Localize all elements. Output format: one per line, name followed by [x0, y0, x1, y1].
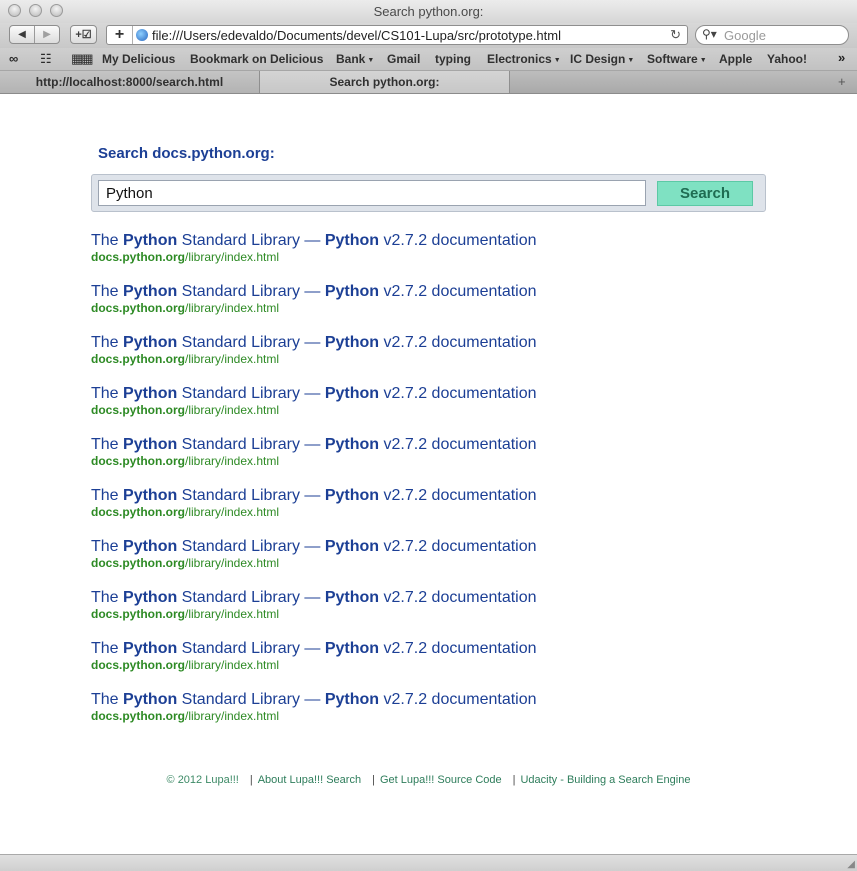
result-item: The Python Standard Library — Python v2.…: [91, 231, 537, 282]
footer-separator: |: [249, 774, 253, 786]
google-search-placeholder: Google: [724, 28, 766, 43]
bookmark-yahoo[interactable]: Yahoo!: [767, 52, 807, 66]
results-list: The Python Standard Library — Python v2.…: [91, 231, 537, 741]
result-title-link[interactable]: The Python Standard Library — Python v2.…: [91, 537, 537, 556]
result-url: docs.python.org/library/index.html: [91, 658, 280, 672]
reload-icon[interactable]: ↻: [670, 27, 681, 43]
tab-localhost-search[interactable]: http://localhost:8000/search.html: [0, 71, 260, 93]
status-bar: ◢: [0, 854, 857, 871]
magnifier-icon: ⚲▾: [702, 27, 717, 41]
chevron-down-icon: ▼: [553, 57, 561, 64]
resize-grip-icon[interactable]: ◢: [847, 859, 855, 870]
search-button[interactable]: Search: [657, 181, 753, 206]
chevron-down-icon: ▼: [699, 57, 707, 64]
reading-list-icon[interactable]: ∞: [9, 51, 18, 66]
back-forward-buttons: ◀ ▶: [9, 25, 60, 44]
result-item: The Python Standard Library — Python v2.…: [91, 588, 537, 639]
result-title-link[interactable]: The Python Standard Library — Python v2.…: [91, 486, 537, 505]
search-form: Search: [91, 174, 766, 212]
tab-bar: http://localhost:8000/search.html Search…: [0, 71, 857, 94]
result-url: docs.python.org/library/index.html: [91, 607, 280, 621]
new-tab-icon[interactable]: +: [838, 74, 846, 89]
result-title-link[interactable]: The Python Standard Library — Python v2.…: [91, 690, 537, 709]
result-item: The Python Standard Library — Python v2.…: [91, 537, 537, 588]
bookmarks-book-icon[interactable]: ☷: [40, 51, 52, 67]
bookmark-typing[interactable]: typing: [435, 52, 471, 66]
result-title-link[interactable]: The Python Standard Library — Python v2.…: [91, 588, 537, 607]
more-bookmarks-icon[interactable]: »: [838, 50, 845, 65]
result-item: The Python Standard Library — Python v2.…: [91, 333, 537, 384]
tab-label: http://localhost:8000/search.html: [35, 75, 224, 89]
footer-link-udacity[interactable]: Udacity - Building a Search Engine: [520, 774, 690, 786]
result-item: The Python Standard Library — Python v2.…: [91, 282, 537, 333]
search-input[interactable]: [98, 180, 646, 206]
result-url: docs.python.org/library/index.html: [91, 403, 280, 417]
result-item: The Python Standard Library — Python v2.…: [91, 486, 537, 537]
result-url: docs.python.org/library/index.html: [91, 505, 280, 519]
result-url: docs.python.org/library/index.html: [91, 250, 280, 264]
tab-search-python[interactable]: Search python.org:: [260, 71, 510, 93]
footer-separator: |: [372, 774, 375, 786]
bookmark-my-delicious[interactable]: My Delicious: [102, 52, 175, 66]
bookmark-gmail[interactable]: Gmail: [387, 52, 420, 66]
url-text[interactable]: file:///Users/edevaldo/Documents/devel/C…: [152, 28, 561, 43]
result-item: The Python Standard Library — Python v2.…: [91, 690, 537, 741]
result-url: docs.python.org/library/index.html: [91, 352, 280, 366]
bookmark-bookmark-on-delicious[interactable]: Bookmark on Delicious: [190, 52, 323, 66]
bookmark-bank[interactable]: Bank ▼: [336, 52, 374, 66]
result-url: docs.python.org/library/index.html: [91, 709, 280, 723]
result-title-link[interactable]: The Python Standard Library — Python v2.…: [91, 435, 537, 454]
bookmark-ic-design[interactable]: IC Design ▼: [570, 52, 634, 66]
page-footer: © 2012 Lupa!!! | About Lupa!!! Search | Get …: [0, 774, 857, 786]
result-url: docs.python.org/library/index.html: [91, 301, 280, 315]
chevron-down-icon: ▼: [627, 57, 635, 64]
forward-icon[interactable]: ▶: [34, 26, 59, 43]
footer-link-about[interactable]: About Lupa!!! Search: [258, 774, 361, 786]
window-title: Search python.org:: [373, 4, 484, 19]
result-url: docs.python.org/library/index.html: [91, 454, 280, 468]
bookmark-apple[interactable]: Apple: [719, 52, 752, 66]
bookmark-software[interactable]: Software ▼: [647, 52, 707, 66]
result-url: docs.python.org/library/index.html: [91, 556, 280, 570]
plus-icon[interactable]: +: [107, 26, 133, 44]
tab-label: Search python.org:: [329, 75, 440, 89]
add-bookmark-icon[interactable]: +☑: [70, 25, 97, 44]
footer-copyright: © 2012 Lupa!!!: [166, 774, 239, 786]
globe-icon: [136, 29, 148, 41]
bookmark-electronics[interactable]: Electronics ▼: [487, 52, 561, 66]
result-title-link[interactable]: The Python Standard Library — Python v2.…: [91, 231, 537, 250]
result-title-link[interactable]: The Python Standard Library — Python v2.…: [91, 639, 537, 658]
title-bar: Search python.org:: [0, 0, 857, 23]
browser-toolbar: ◀ ▶ +☑ + file:///Users/edevaldo/Document…: [0, 23, 857, 48]
result-title-link[interactable]: The Python Standard Library — Python v2.…: [91, 384, 537, 403]
result-item: The Python Standard Library — Python v2.…: [91, 384, 537, 435]
top-sites-grid-icon[interactable]: ▦▦: [71, 51, 94, 67]
result-title-link[interactable]: The Python Standard Library — Python v2.…: [91, 333, 537, 352]
page-title: Search docs.python.org:: [98, 145, 275, 162]
result-item: The Python Standard Library — Python v2.…: [91, 639, 537, 690]
footer-link-source[interactable]: Get Lupa!!! Source Code: [380, 774, 502, 786]
footer-separator: |: [512, 774, 516, 786]
google-search-field[interactable]: ⚲▾ Google: [695, 25, 849, 45]
result-item: The Python Standard Library — Python v2.…: [91, 435, 537, 486]
address-bar[interactable]: + file:///Users/edevaldo/Documents/devel…: [106, 25, 688, 45]
result-title-link[interactable]: The Python Standard Library — Python v2.…: [91, 282, 537, 301]
chevron-down-icon: ▼: [367, 57, 375, 64]
back-icon[interactable]: ◀: [10, 26, 34, 43]
bookmarks-bar: ∞ ☷ ▦▦ My Delicious Bookmark on Deliciou…: [0, 48, 857, 71]
